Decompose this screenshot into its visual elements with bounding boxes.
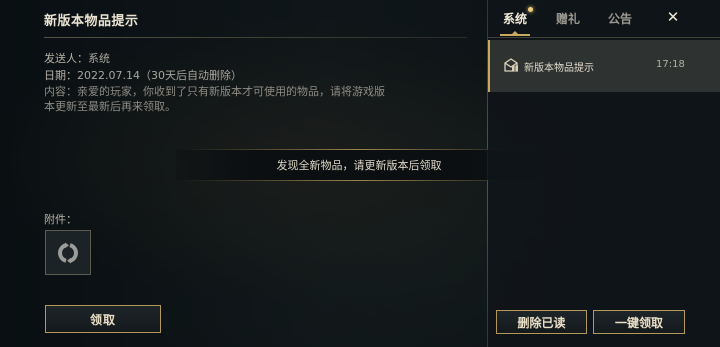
attachment-slot[interactable]: [45, 230, 91, 275]
close-icon[interactable]: ✕: [665, 8, 681, 26]
mail-item-title: 新版本物品提示: [524, 63, 594, 74]
attachments-label: 附件：: [44, 213, 77, 226]
date-label: 日期：: [44, 69, 77, 82]
active-tab-caret: [511, 31, 519, 35]
tabs-divider: [488, 37, 720, 38]
mail-tabs: 系统 赠礼 公告 ✕: [488, 0, 720, 38]
tab-system[interactable]: 系统: [503, 10, 527, 27]
mail-list-item[interactable]: 新版本物品提示 17:18: [488, 40, 720, 92]
claim-all-button[interactable]: 一键领取: [593, 310, 685, 334]
title-divider: [44, 37, 467, 38]
date-value: 2022.07.14（30天后自动删除）: [77, 69, 242, 82]
mail-sidebar: 系统 赠礼 公告 ✕ 新版本物品提示 17:18 删除已读 一键领取: [488, 0, 720, 347]
content-label: 内容：: [44, 85, 77, 98]
mail-item-time: 17:18: [656, 59, 685, 70]
sender-label: 发送人：: [44, 52, 88, 65]
claim-button[interactable]: 领取: [45, 305, 161, 333]
mail-content: 内容：亲爱的玩家，你收到了只有新版本才可使用的物品，请将游戏版本更新至最新后再来…: [44, 84, 394, 114]
mail-date: 日期：2022.07.14（30天后自动删除）: [44, 67, 242, 83]
tab-gifts[interactable]: 赠礼: [556, 10, 580, 27]
tab-announcements[interactable]: 公告: [608, 10, 632, 27]
content-text: 亲爱的玩家，你收到了只有新版本才可使用的物品，请将游戏版本更新至最新后再来领取。: [44, 85, 385, 113]
sender-value: 系统: [88, 52, 110, 65]
mail-sender: 发送人：系统: [44, 50, 110, 66]
refresh-icon: [57, 242, 79, 263]
notification-dot: [528, 7, 533, 12]
mail-gift-icon: [504, 58, 518, 72]
delete-read-button[interactable]: 删除已读: [496, 310, 587, 334]
mail-title: 新版本物品提示: [44, 14, 139, 29]
